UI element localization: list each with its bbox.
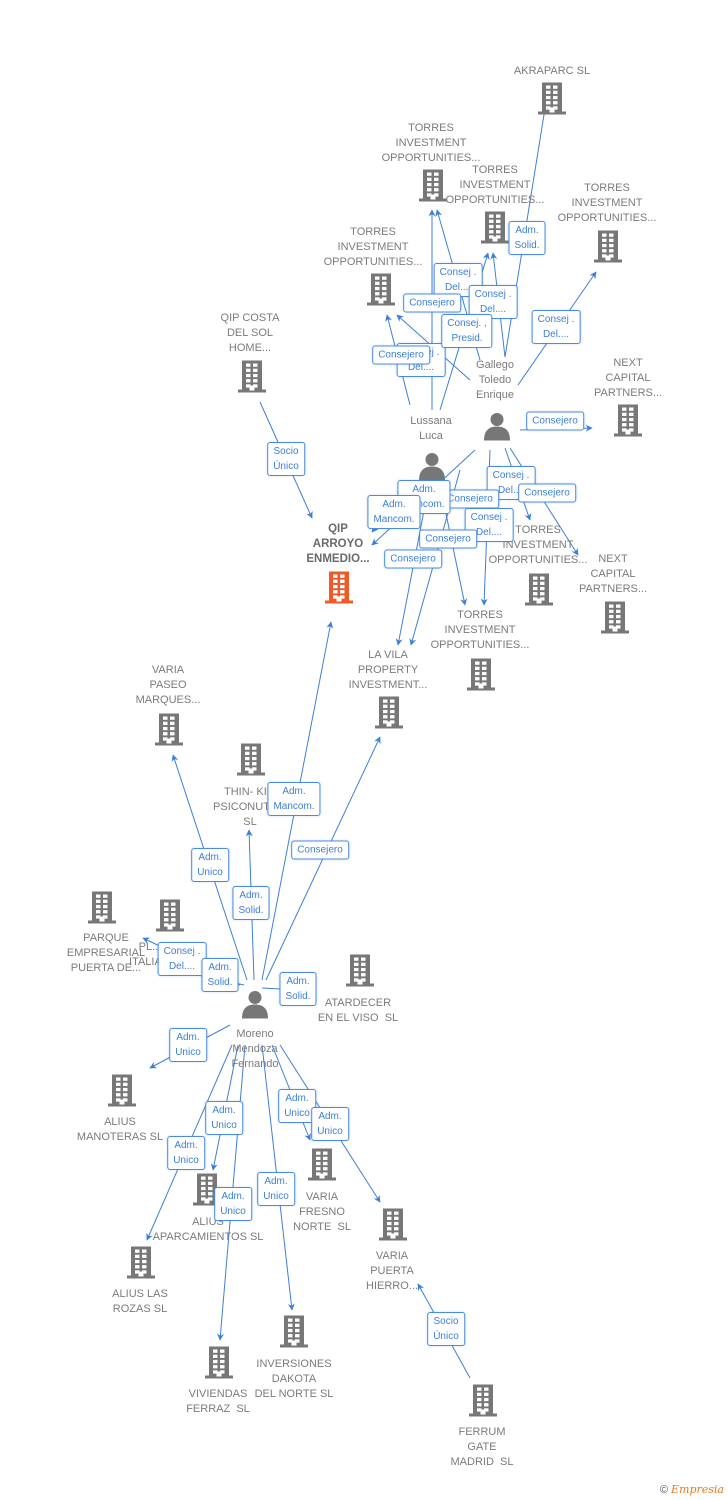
brand-name: Empresia [671,1483,724,1496]
relation-label-consejero[interactable]: Consejero [419,529,477,549]
relation-label-consejero[interactable]: Consejero [291,840,349,860]
building-icon[interactable] [600,601,630,640]
building-icon[interactable] [524,573,554,612]
company-label[interactable]: NEXT CAPITAL PARTNERS... [594,356,662,401]
company-label[interactable]: FERRUM GATE MADRID SL [451,1425,514,1470]
person-icon[interactable] [482,411,512,446]
person-label[interactable]: Lussana Luca [410,414,452,444]
relation-label-consejero[interactable]: Consejero [518,483,576,503]
relation-label-adm-unico[interactable]: Adm. Unico [205,1101,243,1135]
company-label[interactable]: QIP ARROYO ENMEDIO... [306,522,369,567]
building-icon[interactable] [204,1346,234,1385]
building-icon[interactable] [236,743,266,782]
building-icon[interactable] [345,954,375,993]
company-label[interactable]: VARIA PASEO MARQUES... [136,663,201,708]
relation-label-adm-unico[interactable]: Adm. Unico [169,1028,207,1062]
company-label[interactable]: AKRAPARC SL [514,64,590,79]
company-label[interactable]: NEXT CAPITAL PARTNERS... [579,552,647,597]
building-icon[interactable] [237,360,267,399]
company-label[interactable]: TORRES INVESTMENT OPPORTUNITIES... [382,121,481,166]
network-diagram: © Empresia AKRAPARC SL TORRES INVESTMENT … [0,0,728,1500]
building-icon[interactable] [593,230,623,269]
relation-label-adm-solid[interactable]: Adm. Solid. [232,886,270,920]
person-label[interactable]: Gallego Toledo Enrique [476,358,514,403]
relation-label-adm-solid[interactable]: Adm. Solid. [279,972,317,1006]
company-label[interactable]: ATARDECER EN EL VISO SL [318,996,398,1026]
company-label[interactable]: LA VILA PROPERTY INVESTMENT... [349,648,428,693]
company-label[interactable]: QIP COSTA DEL SOL HOME... [221,311,280,356]
building-icon[interactable] [107,1074,137,1113]
person-label[interactable]: Moreno Mendoza Fernando [231,1027,278,1072]
relation-label-adm-mancom[interactable]: Adm. Mancom. [267,782,321,816]
relation-label-adm-unico[interactable]: Adm. Unico [311,1107,349,1141]
relation-label-adm-solid[interactable]: Adm. Solid. [201,958,239,992]
company-label[interactable]: ALIUS LAS ROZAS SL [112,1287,168,1317]
building-icon[interactable] [279,1315,309,1354]
company-label[interactable]: TORRES INVESTMENT OPPORTUNITIES... [558,181,657,226]
relation-label-consej-presid[interactable]: Consej. , Presid. [441,314,493,348]
relation-label-adm-mancom[interactable]: Adm. Mancom. [367,495,421,529]
company-label[interactable]: TORRES INVESTMENT OPPORTUNITIES... [446,163,545,208]
relation-label-adm-solid[interactable]: Adm. Solid. [508,221,546,255]
relation-label-adm-unico[interactable]: Adm. Unico [167,1136,205,1170]
relation-label-consejero[interactable]: Consejero [372,345,430,365]
relation-label-adm-unico[interactable]: Adm. Unico [214,1187,252,1221]
company-label[interactable]: VIVIENDAS FERRAZ SL [186,1387,250,1417]
relation-label-consejero[interactable]: Consejero [384,549,442,569]
building-icon[interactable] [418,169,448,208]
company-label[interactable]: VARIA FRESNO NORTE SL [293,1190,351,1235]
main-company-building-icon[interactable] [324,571,354,610]
company-label[interactable]: TORRES INVESTMENT OPPORTUNITIES... [431,608,530,653]
person-icon[interactable] [240,989,270,1024]
company-label[interactable]: TORRES INVESTMENT OPPORTUNITIES... [324,225,423,270]
footer-brand: © Empresia [660,1483,724,1496]
building-icon[interactable] [378,1208,408,1247]
building-icon[interactable] [466,658,496,697]
relation-label-adm-unico[interactable]: Adm. Unico [257,1172,295,1206]
relation-label-consejero[interactable]: Consejero [526,411,584,431]
copyright-symbol: © [659,1484,668,1496]
building-icon[interactable] [87,891,117,930]
relation-label-consej-del[interactable]: Consej . Del.... [157,942,207,976]
relation-label-socio-nico[interactable]: Socio Único [427,1312,465,1346]
relation-label-adm-unico[interactable]: Adm. Unico [278,1089,316,1123]
building-icon[interactable] [366,273,396,312]
company-label[interactable]: ALIUS MANOTERAS SL [77,1115,163,1145]
company-label[interactable]: VARIA PUERTA HIERRO... [366,1249,418,1294]
relation-label-consejero[interactable]: Consejero [403,293,461,313]
relation-label-consej-del[interactable]: Consej . Del.... [531,310,581,344]
building-icon[interactable] [613,404,643,443]
building-icon[interactable] [126,1246,156,1285]
building-icon[interactable] [468,1384,498,1423]
building-icon[interactable] [480,211,510,250]
relation-label-socio-nico[interactable]: Socio Único [267,442,305,476]
building-icon[interactable] [307,1148,337,1187]
building-icon[interactable] [374,696,404,735]
building-icon[interactable] [155,899,185,938]
building-icon[interactable] [154,713,184,752]
relation-label-adm-unico[interactable]: Adm. Unico [191,848,229,882]
company-label[interactable]: INVERSIONES DAKOTA DEL NORTE SL [255,1357,334,1402]
building-icon[interactable] [537,82,567,121]
